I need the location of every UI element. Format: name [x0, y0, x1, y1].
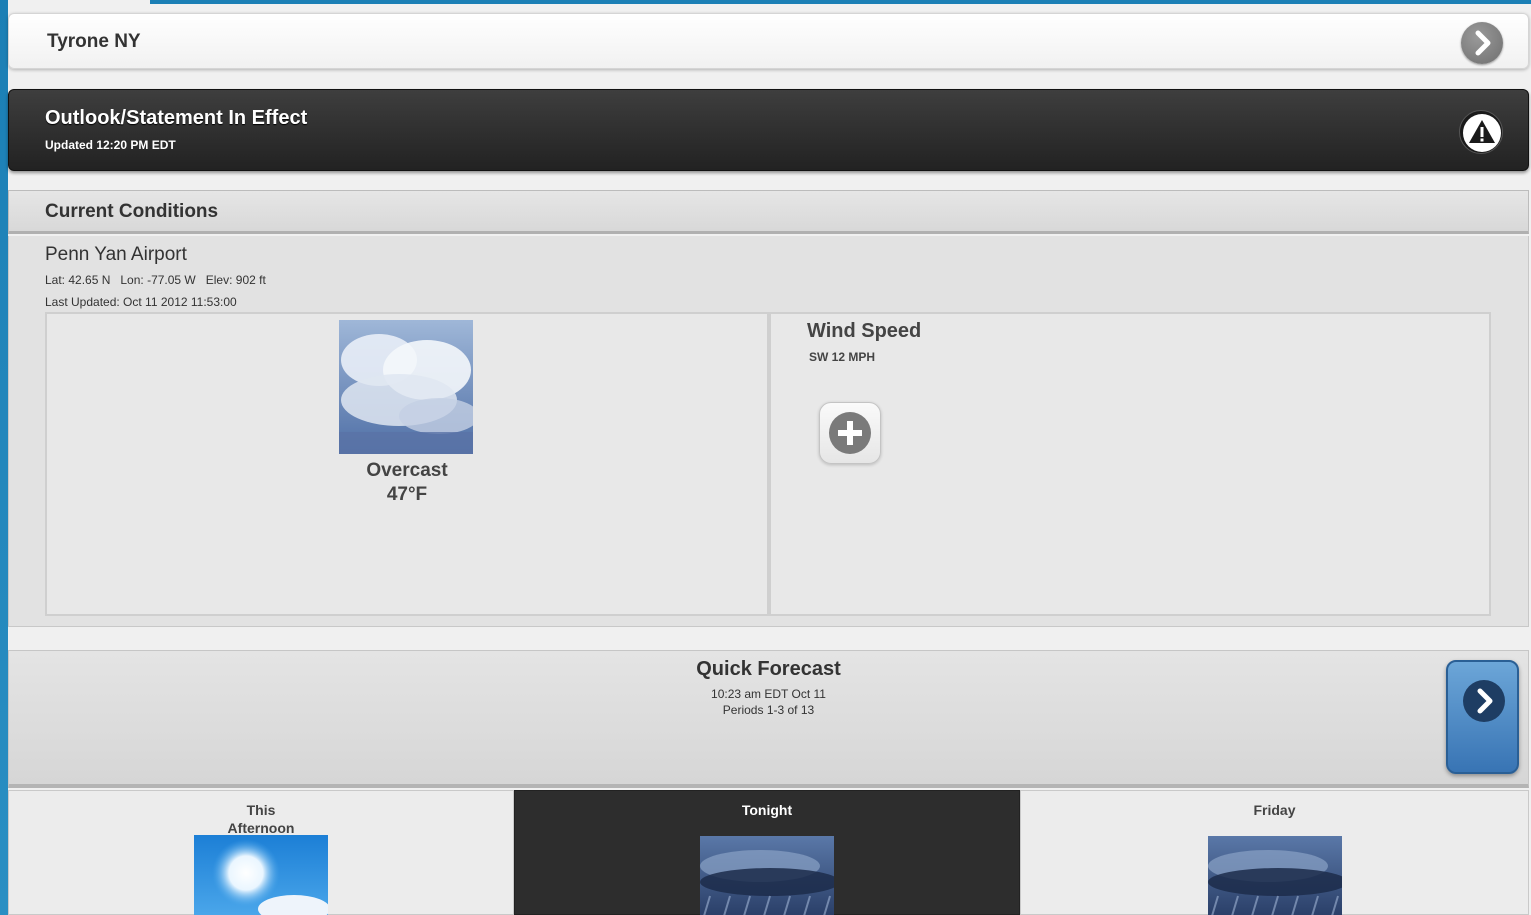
- current-conditions-body: Penn Yan Airport Lat: 42.65 N Lon: -77.0…: [8, 236, 1529, 627]
- period-name-line1: Tonight: [741, 802, 793, 818]
- wind-speed-label: Wind Speed: [807, 320, 922, 342]
- chevron-right-icon: [1463, 680, 1505, 722]
- location-bar[interactable]: Tyrone NY: [8, 13, 1529, 69]
- condition-description: Overcast: [366, 460, 448, 481]
- station-name: Penn Yan Airport: [45, 244, 187, 265]
- rain-image: [700, 836, 834, 915]
- quick-forecast-header: Quick Forecast 10:23 am EDT Oct 11 Perio…: [8, 650, 1529, 788]
- forecast-period[interactable]: This Afternoon: [8, 790, 514, 915]
- period-name-line1: This: [246, 802, 276, 818]
- forecast-period[interactable]: Friday: [1020, 790, 1529, 915]
- current-conditions-title: Current Conditions: [45, 201, 219, 222]
- quick-forecast-periods: Periods 1-3 of 13: [722, 703, 815, 717]
- overcast-clouds-image: [339, 320, 473, 454]
- period-name-line2: Afternoon: [227, 820, 295, 836]
- location-name: Tyrone NY: [47, 31, 141, 52]
- rain-image: [1207, 836, 1342, 915]
- location-go-button[interactable]: [1461, 22, 1503, 64]
- alert-button[interactable]: [1459, 110, 1503, 154]
- period-name: Tonight: [515, 801, 1019, 819]
- quick-forecast-time: 10:23 am EDT Oct 11: [711, 687, 826, 701]
- chevron-right-icon: [1475, 30, 1491, 56]
- condition-temperature: 47°F: [386, 484, 428, 505]
- current-conditions-header: Current Conditions: [8, 190, 1529, 234]
- period-name: This Afternoon: [9, 801, 513, 837]
- period-name-line1: Friday: [1253, 802, 1296, 818]
- sunny-image: [194, 835, 328, 915]
- quick-forecast-title: Quick Forecast: [696, 658, 841, 680]
- alert-bar[interactable]: Outlook/Statement In Effect Updated 12:2…: [8, 89, 1529, 171]
- alert-updated: Updated 12:20 PM EDT: [45, 138, 176, 152]
- wind-speed-value: SW 12 MPH: [809, 350, 876, 364]
- more-details-button[interactable]: [819, 402, 881, 464]
- plus-icon: [829, 412, 871, 454]
- conditions-panel: Overcast 47°F: [45, 312, 769, 616]
- period-name: Friday: [1021, 801, 1528, 819]
- forecast-periods: This Afternoon Tonight Friday: [8, 790, 1529, 915]
- page-top-edge: [150, 0, 1531, 4]
- wind-panel: Wind Speed SW 12 MPH: [769, 312, 1491, 616]
- alert-title: Outlook/Statement In Effect: [45, 107, 308, 129]
- page-edge: [0, 0, 8, 915]
- station-last-updated: Last Updated: Oct 11 2012 11:53:00: [45, 295, 237, 309]
- station-coords: Lat: 42.65 N Lon: -77.05 W Elev: 902 ft: [45, 273, 266, 287]
- quick-forecast-next-button[interactable]: [1446, 660, 1519, 774]
- forecast-period-selected[interactable]: Tonight: [514, 790, 1020, 915]
- warning-icon: [1463, 114, 1501, 152]
